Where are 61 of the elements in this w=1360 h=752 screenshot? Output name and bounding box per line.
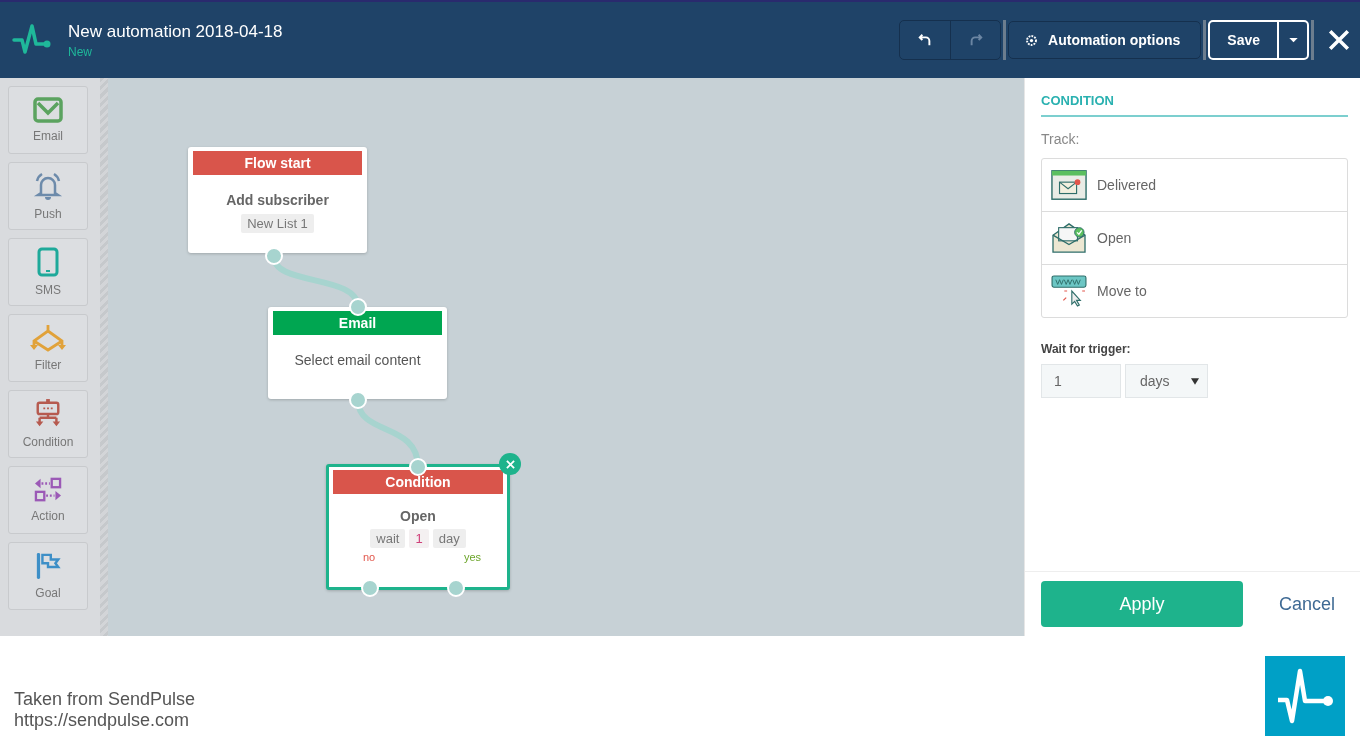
track-option[interactable]: Delivered <box>1042 159 1347 211</box>
toolbox-item[interactable]: Condition <box>8 390 88 458</box>
wait-value-tag: 1 <box>409 529 429 548</box>
pulse-logo-icon <box>1265 656 1345 736</box>
wait-tag: wait <box>370 529 406 548</box>
cursor-click-icon <box>1051 275 1087 307</box>
track-option[interactable]: Open <box>1042 211 1347 264</box>
close-icon[interactable] <box>1328 29 1350 51</box>
list-tag: New List 1 <box>241 214 314 233</box>
cancel-button[interactable]: Cancel <box>1273 592 1342 616</box>
track-label: Track: <box>1041 131 1081 147</box>
port-dot[interactable] <box>409 458 427 476</box>
split-box-icon <box>34 399 62 429</box>
redo-icon <box>968 33 983 47</box>
flag-icon <box>35 552 61 580</box>
branch-icon <box>30 324 66 352</box>
envelope-icon <box>33 97 63 123</box>
panel-title: CONDITION <box>1041 93 1348 117</box>
port-dot[interactable] <box>349 298 367 316</box>
flow-node[interactable]: Email Select email content <box>268 307 447 399</box>
toolbox-item[interactable]: Push <box>8 162 88 230</box>
port-dot[interactable] <box>265 247 283 265</box>
arrows-squares-icon <box>34 477 62 503</box>
flow-node[interactable]: Flow start Add subscriber New List 1 <box>188 147 367 253</box>
caret-icon <box>1288 37 1298 43</box>
toolbox-item[interactable]: Action <box>8 466 88 534</box>
node-text: Add subscriber <box>226 192 329 208</box>
caption-text: Taken from SendPulse <box>14 689 196 710</box>
open-envelope-icon <box>1051 222 1087 254</box>
node-header: Email <box>273 311 442 335</box>
remove-node-button[interactable] <box>499 453 521 475</box>
caption-text: https://sendpulse.com <box>14 710 191 731</box>
node-header: Flow start <box>193 151 362 175</box>
wait-unit-dropdown[interactable]: days <box>1125 364 1208 398</box>
no-branch-label: no <box>363 551 376 563</box>
automation-title: New automation 2018-04-18 <box>68 21 283 42</box>
toolbox-item[interactable]: Filter <box>8 314 88 382</box>
automation-options-button[interactable]: Automation options <box>1008 21 1202 59</box>
track-option[interactable]: Move to <box>1042 264 1347 317</box>
close-icon <box>505 459 515 469</box>
node-header: Condition <box>333 470 503 494</box>
node-text: Select email content <box>294 352 421 368</box>
undo-icon <box>918 33 933 47</box>
node-text: Open <box>400 508 436 524</box>
toolbox-item[interactable]: Goal <box>8 542 88 610</box>
caret-icon <box>1191 377 1199 385</box>
settings-icon <box>1025 33 1039 47</box>
wait-amount-field[interactable]: 1 <box>1041 364 1121 398</box>
toolbox-item[interactable]: SMS <box>8 238 88 306</box>
phone-icon <box>37 247 59 277</box>
flow-node[interactable]: Condition Open wait 1 day no yes <box>326 464 510 590</box>
bell-icon <box>32 171 64 201</box>
envelope-window-icon <box>1051 169 1087 201</box>
automation-status: New <box>68 44 93 59</box>
wait-unit-tag: day <box>432 529 466 548</box>
yes-branch-label: yes <box>463 551 481 563</box>
port-dot[interactable] <box>349 391 367 409</box>
port-dot[interactable] <box>361 579 379 597</box>
toolbox-item[interactable]: Email <box>8 86 88 154</box>
wait-for-trigger-label: Wait for trigger: <box>1041 342 1132 356</box>
port-dot[interactable] <box>447 579 465 597</box>
